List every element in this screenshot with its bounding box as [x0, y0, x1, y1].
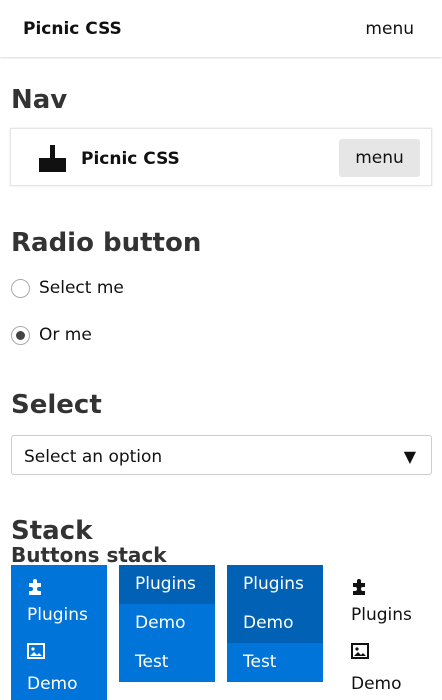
stack-item-test[interactable]: Test — [119, 643, 215, 682]
nav-demo-menu-button[interactable]: menu — [339, 139, 420, 177]
stack-item-demo[interactable]: Demo — [11, 669, 107, 700]
image-icon — [351, 643, 369, 659]
dropdown-arrow-icon: ▼ — [403, 447, 416, 466]
subsection-title-buttons-stack: Buttons stack — [11, 543, 167, 567]
stack-item-plugins[interactable]: Plugins — [335, 600, 431, 634]
radio-label: Or me — [39, 325, 92, 345]
stack-item-demo[interactable]: Demo — [119, 604, 215, 643]
radio-circle[interactable] — [11, 278, 30, 298]
nav-demo: Picnic CSS menu — [10, 128, 432, 186]
stack-item-plugins[interactable]: Plugins — [11, 600, 107, 634]
section-title-select: Select — [11, 390, 102, 420]
brand-link[interactable]: Picnic CSS — [23, 19, 122, 39]
stack-column-icons-plain: Plugins Demo — [335, 565, 431, 700]
puzzle-icon — [29, 579, 41, 595]
section-title-radio: Radio button — [11, 228, 202, 258]
stack-item-demo[interactable]: Demo — [335, 669, 431, 700]
stack-item-plugins-icon-row[interactable] — [335, 565, 431, 600]
menu-button[interactable]: menu — [365, 19, 414, 39]
stack-item-demo-icon-row[interactable] — [335, 634, 431, 669]
stack-column-icons-blue: Plugins Demo — [11, 565, 107, 700]
image-icon — [27, 643, 45, 659]
nav-demo-brand[interactable]: Picnic CSS — [81, 149, 180, 169]
radio-circle-checked[interactable] — [11, 325, 30, 345]
stack-item-demo[interactable]: Demo — [227, 604, 323, 643]
select-value: Select an option — [24, 447, 163, 467]
stack-column-3: Plugins Demo Test — [227, 565, 323, 682]
stack-item-test[interactable]: Test — [227, 643, 323, 682]
radio-label: Select me — [39, 278, 124, 298]
section-title-nav: Nav — [11, 85, 68, 115]
stack-item-plugins-icon-row[interactable] — [11, 565, 107, 600]
radio-option-or-me[interactable]: Or me — [11, 325, 92, 345]
select-dropdown[interactable]: Select an option ▼ — [11, 435, 432, 475]
picnic-logo-icon — [39, 145, 66, 172]
stack-item-plugins[interactable]: Plugins — [227, 565, 323, 604]
top-nav: Picnic CSS menu — [0, 0, 442, 57]
stack-item-demo-icon-row[interactable] — [11, 634, 107, 669]
stack-column-2: Plugins Demo Test — [119, 565, 215, 682]
stack-item-plugins[interactable]: Plugins — [119, 565, 215, 604]
radio-option-select-me[interactable]: Select me — [11, 278, 124, 298]
puzzle-icon — [353, 579, 365, 595]
section-title-stack: Stack — [11, 516, 93, 546]
